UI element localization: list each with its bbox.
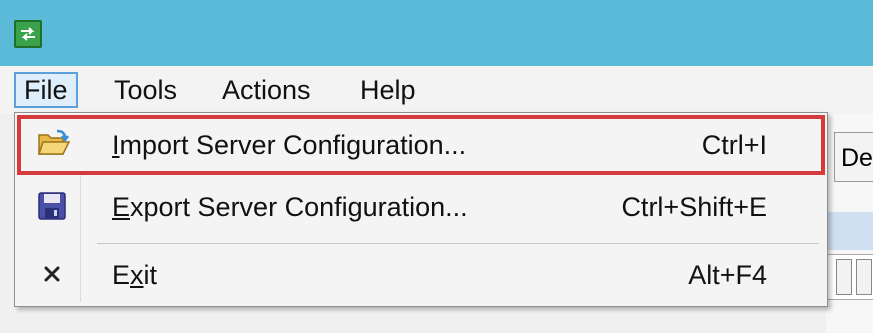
background-grid [826, 254, 873, 300]
menu-help[interactable]: Help [352, 72, 424, 108]
save-disk-icon [37, 191, 69, 221]
title-bar [0, 0, 873, 66]
menu-file[interactable]: File [14, 72, 78, 108]
close-x-icon [37, 259, 69, 289]
menu-item-shortcut: Alt+F4 [688, 260, 767, 290]
menu-item-exit[interactable]: Exit Alt+F4 [17, 245, 825, 305]
transfer-arrows-icon [21, 27, 35, 41]
grid-cell [856, 259, 872, 295]
menu-item-label: Exit [112, 260, 158, 290]
file-menu-dropdown: Import Server Configuration... Ctrl+I Ex… [14, 112, 828, 307]
menu-item-shortcut: Ctrl+Shift+E [621, 192, 767, 222]
app-icon[interactable] [14, 20, 42, 48]
menu-item-shortcut: Ctrl+I [701, 130, 767, 160]
menu-actions[interactable]: Actions [214, 72, 319, 108]
background-header-bar [826, 212, 873, 250]
menu-separator [97, 243, 819, 244]
menu-tools[interactable]: Tools [106, 72, 185, 108]
grid-cell [836, 259, 852, 295]
menu-item-label: Export Server Configuration... [112, 192, 468, 222]
menu-bar: File Tools Actions Help [0, 66, 873, 114]
menu-item-label: Import Server Configuration... [112, 130, 467, 160]
open-folder-icon [37, 129, 71, 159]
menu-item-import-server-configuration[interactable]: Import Server Configuration... Ctrl+I [17, 115, 825, 175]
menu-item-export-server-configuration[interactable]: Export Server Configuration... Ctrl+Shif… [17, 177, 825, 237]
background-button-partial[interactable]: De [834, 132, 873, 182]
